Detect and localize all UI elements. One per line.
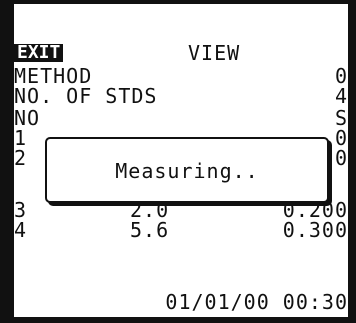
- screen-bezel-top: [0, 0, 356, 4]
- exit-button[interactable]: EXIT: [14, 44, 64, 62]
- table-row-4-a: 5.6: [130, 218, 170, 242]
- method-value: 0: [334, 64, 348, 88]
- table-row-3-b: 0.200: [282, 198, 348, 222]
- measuring-dialog: Measuring..: [45, 137, 329, 203]
- screen-bezel-left: [0, 0, 14, 323]
- stds-count-value: 4: [334, 84, 348, 108]
- table-row-2-b: 0: [334, 146, 348, 170]
- table-row-3-no: 3: [14, 198, 28, 222]
- method-label: METHOD: [14, 64, 93, 88]
- screen-bezel-right: [348, 0, 356, 323]
- measuring-message: Measuring..: [115, 159, 259, 183]
- table-row-2-no: 2: [14, 146, 28, 170]
- table-header-right: S: [334, 106, 348, 130]
- page-title: VIEW: [188, 41, 241, 65]
- table-row-1-no: 1: [14, 126, 28, 150]
- table-row-1-b: 0: [334, 126, 348, 150]
- datetime-display: 01/01/00 00:30: [165, 290, 348, 314]
- table-row-4-no: 4: [14, 218, 28, 242]
- screen-bezel-bottom: [0, 317, 356, 323]
- stds-count-label: NO. OF STDS: [14, 84, 158, 108]
- table-row-4-b: 0.300: [282, 218, 348, 242]
- table-row-3-a: 2.0: [130, 198, 170, 222]
- table-header-no: NO: [14, 106, 41, 130]
- lcd-screen: EXIT VIEW METHOD 0 NO. OF STDS 4 NO S 1 …: [0, 0, 356, 323]
